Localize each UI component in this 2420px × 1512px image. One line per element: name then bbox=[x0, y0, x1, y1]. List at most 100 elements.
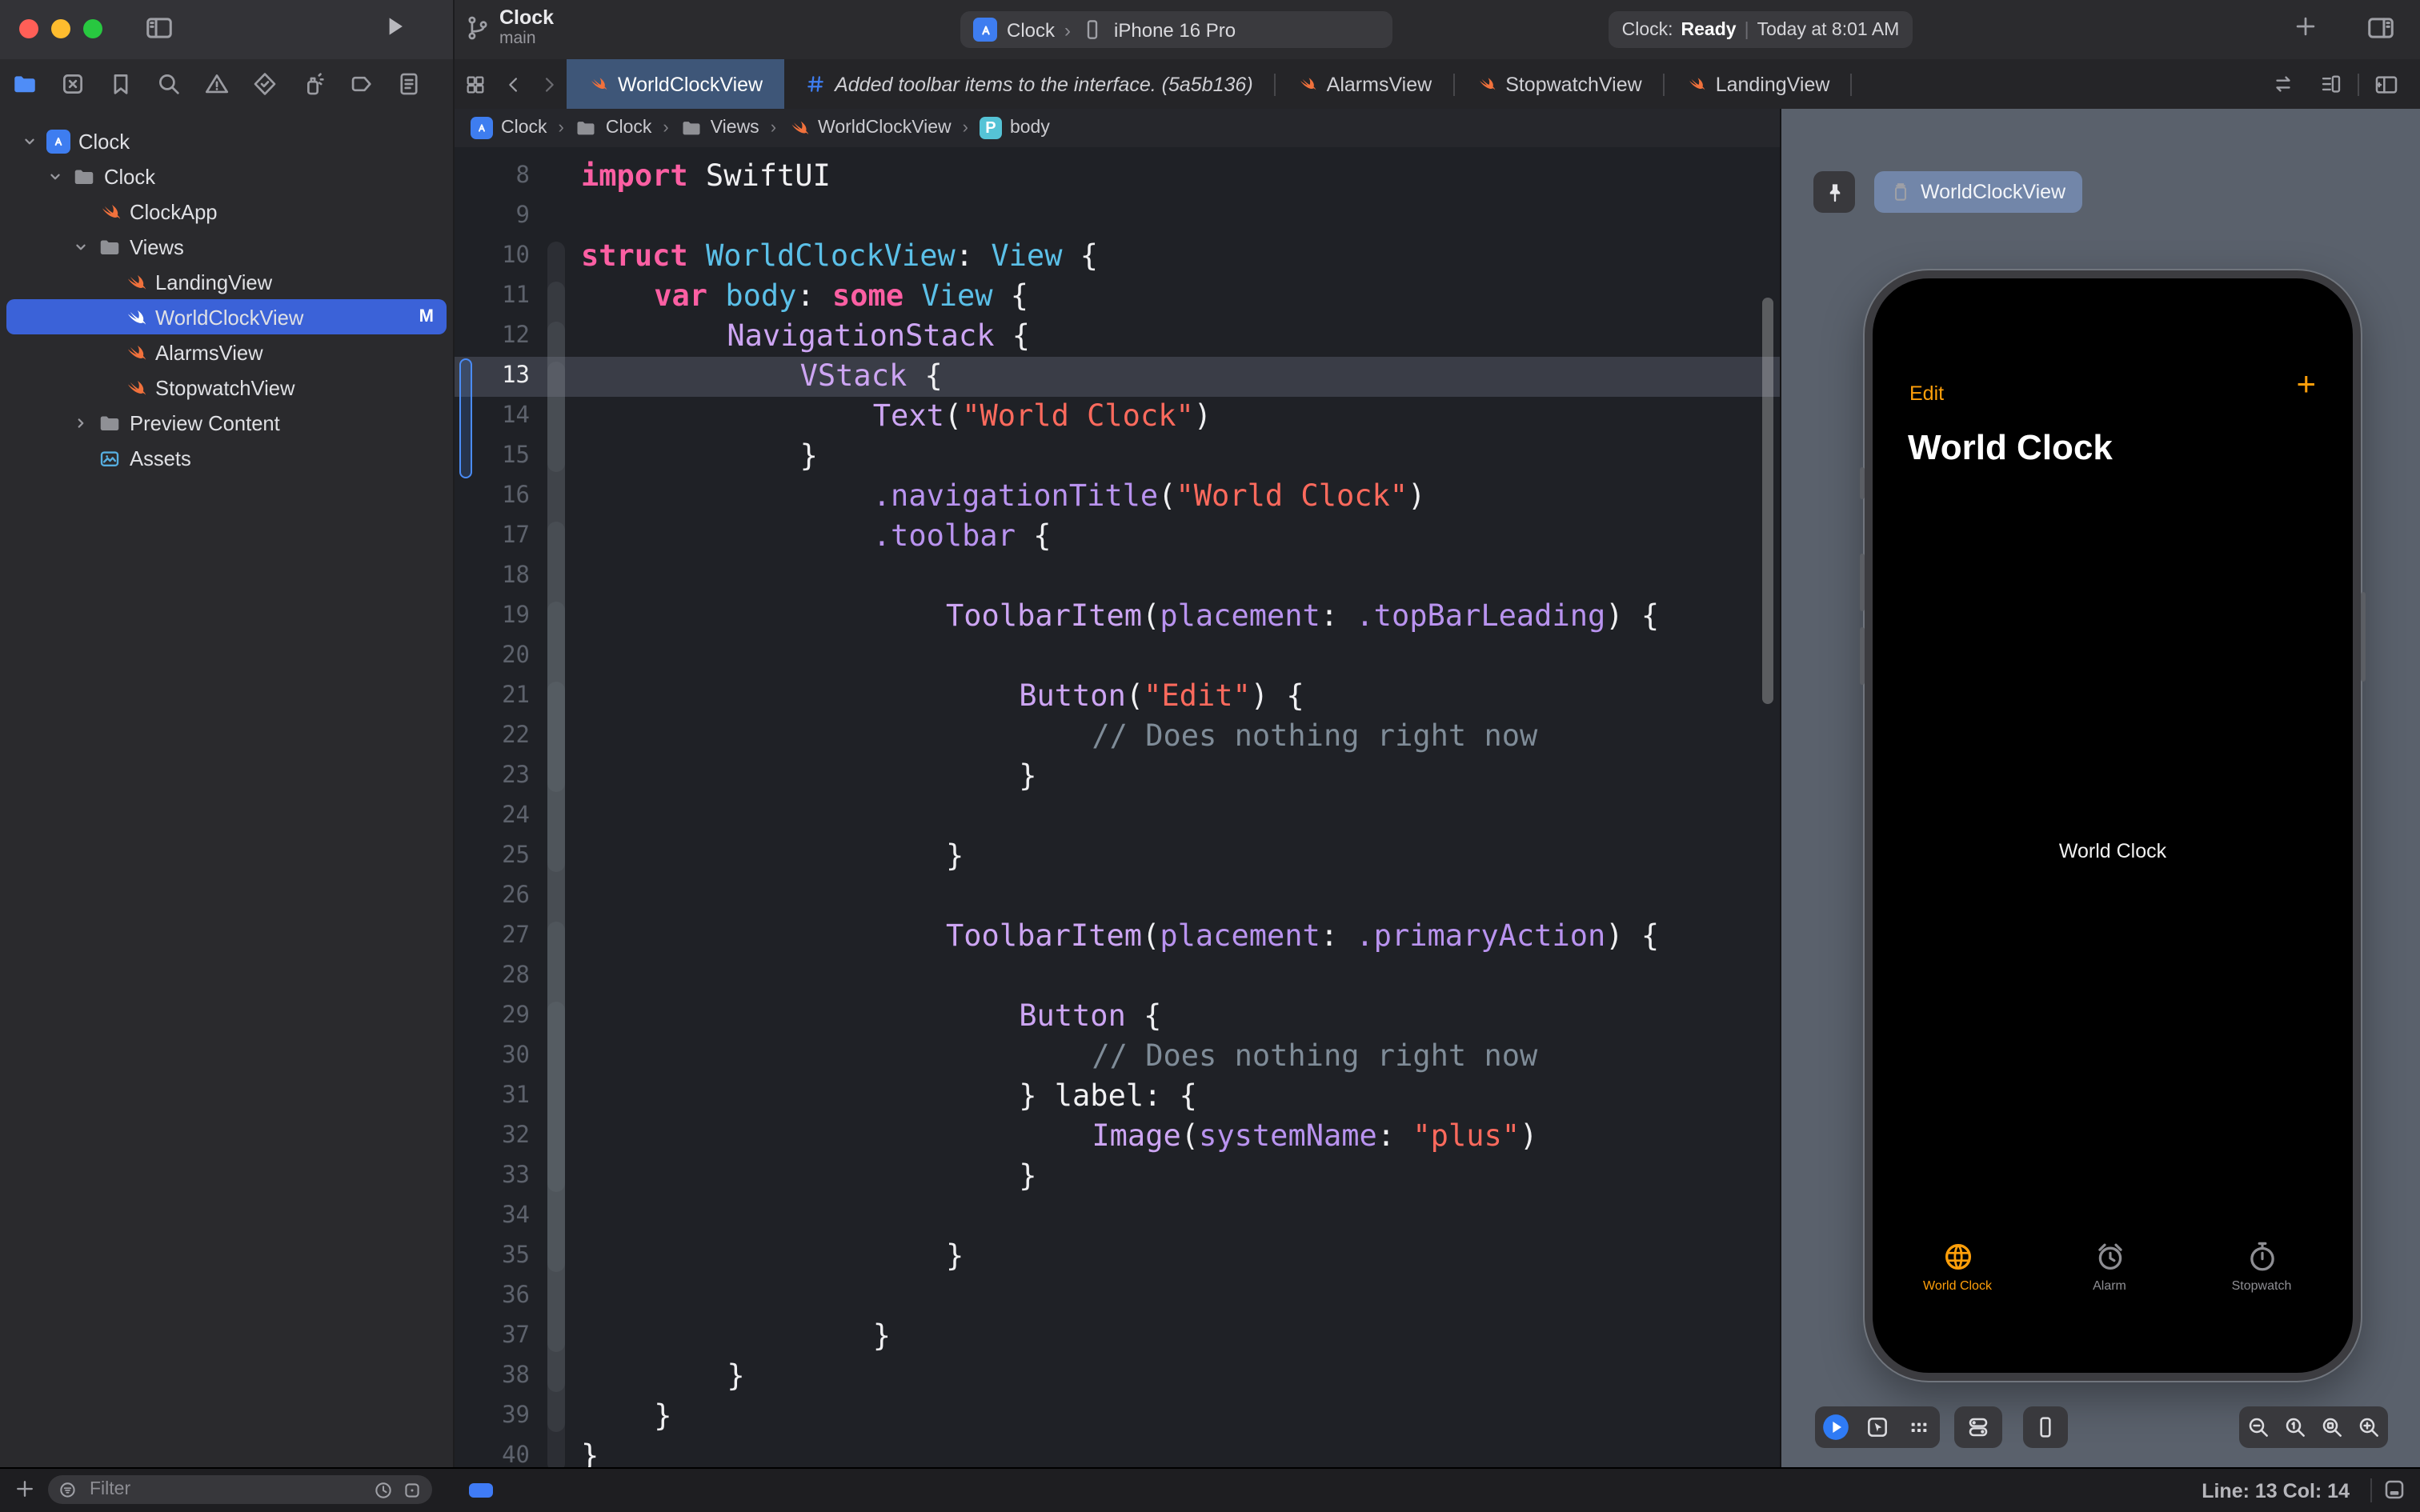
phone-tab-stopwatch[interactable]: Stopwatch bbox=[2194, 1240, 2329, 1293]
sidebar-item-stopwatchview[interactable]: StopwatchView bbox=[0, 370, 453, 405]
issue-navigator-icon[interactable] bbox=[192, 63, 240, 105]
line-number[interactable]: 19 bbox=[455, 597, 530, 637]
line-number[interactable]: 36 bbox=[455, 1277, 530, 1317]
code-line-37[interactable]: 37} bbox=[455, 1317, 1780, 1357]
project-navigator-icon[interactable] bbox=[0, 63, 48, 105]
code-line-16[interactable]: 16.navigationTitle("World Clock") bbox=[455, 477, 1780, 517]
inspector-toggle-icon[interactable] bbox=[2366, 13, 2396, 43]
fold-ribbon-segment[interactable] bbox=[547, 1002, 565, 1192]
code-line-34[interactable]: 34 bbox=[455, 1197, 1780, 1237]
report-navigator-icon[interactable] bbox=[384, 63, 432, 105]
tab-overview-icon[interactable] bbox=[455, 59, 496, 109]
zoom-fit-icon[interactable] bbox=[2314, 1406, 2350, 1448]
breadcrumb-item-clock[interactable]: Clock bbox=[575, 117, 652, 139]
phone-tab-alarm[interactable]: Alarm bbox=[2042, 1240, 2177, 1293]
filter-scope-icon[interactable] bbox=[402, 1479, 423, 1500]
add-editor-icon[interactable] bbox=[2366, 71, 2407, 97]
fold-ribbon-segment[interactable] bbox=[547, 682, 565, 792]
sidebar-item-landingview[interactable]: LandingView bbox=[0, 264, 453, 299]
zoom-one-icon[interactable] bbox=[2277, 1406, 2314, 1448]
line-number[interactable]: 18 bbox=[455, 557, 530, 597]
code-line-11[interactable]: 11var body: some View { bbox=[455, 277, 1780, 317]
line-number[interactable]: 16 bbox=[455, 477, 530, 517]
line-number[interactable]: 17 bbox=[455, 517, 530, 557]
filter-field[interactable] bbox=[48, 1475, 432, 1504]
code-line-10[interactable]: 10struct WorldClockView: View { bbox=[455, 237, 1780, 277]
scheme-project[interactable]: Clock bbox=[1007, 18, 1055, 41]
code-line-31[interactable]: 31} label: { bbox=[455, 1077, 1780, 1117]
code-line-30[interactable]: 30// Does nothing right now bbox=[455, 1037, 1780, 1077]
line-number[interactable]: 33 bbox=[455, 1157, 530, 1197]
sidebar-item-clock[interactable]: Clock bbox=[0, 158, 453, 194]
back-chevron-icon[interactable] bbox=[496, 59, 531, 109]
breadcrumb-item-views[interactable]: Views bbox=[680, 117, 759, 139]
fold-ribbon-segment[interactable] bbox=[547, 362, 565, 472]
window-zoom-button[interactable] bbox=[83, 19, 102, 38]
scheme-selector[interactable]: Clock › iPhone 16 Pro bbox=[960, 11, 1392, 48]
line-number[interactable]: 20 bbox=[455, 637, 530, 677]
code-line-12[interactable]: 12NavigationStack { bbox=[455, 317, 1780, 357]
phone-tab-world-clock[interactable]: World Clock bbox=[1890, 1240, 2025, 1293]
window-close-button[interactable] bbox=[19, 19, 38, 38]
line-number[interactable]: 25 bbox=[455, 837, 530, 877]
line-number[interactable]: 12 bbox=[455, 317, 530, 357]
play-circle-icon[interactable] bbox=[1815, 1406, 1857, 1448]
chevron-down-icon[interactable] bbox=[70, 236, 91, 257]
line-number[interactable]: 38 bbox=[455, 1357, 530, 1397]
breadcrumb-item-clock[interactable]: Clock bbox=[471, 117, 547, 139]
sidebar-item-clockapp[interactable]: ClockApp bbox=[0, 194, 453, 229]
source-change-bar[interactable] bbox=[459, 358, 472, 478]
source-control-navigator-icon[interactable] bbox=[48, 63, 96, 105]
code-line-27[interactable]: 27ToolbarItem(placement: .primaryAction)… bbox=[455, 917, 1780, 957]
preview-device-button[interactable] bbox=[2023, 1406, 2068, 1448]
sidebar-item-views[interactable]: Views bbox=[0, 229, 453, 264]
code-line-22[interactable]: 22// Does nothing right now bbox=[455, 717, 1780, 757]
sidebar-item-assets[interactable]: Assets bbox=[0, 440, 453, 475]
preview-target-chip[interactable]: WorldClockView bbox=[1874, 171, 2081, 213]
source-editor[interactable]: 8import SwiftUI910struct WorldClockView:… bbox=[455, 147, 1780, 1467]
window-minimize-button[interactable] bbox=[51, 19, 70, 38]
breadcrumb-item-worldclockview[interactable]: WorldClockView bbox=[787, 117, 952, 139]
add-clock-button[interactable]: + bbox=[2296, 366, 2316, 405]
line-number[interactable]: 31 bbox=[455, 1077, 530, 1117]
sidebar-item-preview-content[interactable]: Preview Content bbox=[0, 405, 453, 440]
edit-button[interactable]: Edit bbox=[1909, 382, 1944, 405]
line-number[interactable]: 29 bbox=[455, 997, 530, 1037]
code-line-39[interactable]: 39} bbox=[455, 1397, 1780, 1437]
line-number[interactable]: 9 bbox=[455, 197, 530, 237]
sidebar-item-clock[interactable]: Clock bbox=[0, 123, 453, 158]
line-number[interactable]: 35 bbox=[455, 1237, 530, 1277]
code-line-19[interactable]: 19ToolbarItem(placement: .topBarLeading)… bbox=[455, 597, 1780, 637]
pin-preview-button[interactable] bbox=[1813, 171, 1855, 213]
code-line-9[interactable]: 9 bbox=[455, 197, 1780, 237]
sidebar-item-worldclockview[interactable]: WorldClockViewM bbox=[0, 299, 453, 334]
code-line-24[interactable]: 24 bbox=[455, 797, 1780, 837]
line-number[interactable]: 26 bbox=[455, 877, 530, 917]
debug-navigator-icon[interactable] bbox=[288, 63, 336, 105]
editor-mode-indicator[interactable] bbox=[469, 1483, 493, 1498]
swap-editors-icon[interactable] bbox=[2262, 72, 2303, 96]
code-line-15[interactable]: 15} bbox=[455, 437, 1780, 477]
device-settings-button[interactable] bbox=[1954, 1406, 2002, 1448]
line-number[interactable]: 28 bbox=[455, 957, 530, 997]
editor-scrollbar-thumb[interactable] bbox=[1762, 298, 1773, 704]
code-line-28[interactable]: 28 bbox=[455, 957, 1780, 997]
related-items-icon[interactable] bbox=[2310, 72, 2351, 96]
display-icon[interactable] bbox=[2382, 1477, 2407, 1502]
zoom-out-icon[interactable] bbox=[2240, 1406, 2277, 1448]
project-branch-info[interactable]: Clock main bbox=[499, 8, 554, 48]
line-number[interactable]: 21 bbox=[455, 677, 530, 717]
line-number[interactable]: 22 bbox=[455, 717, 530, 757]
line-number[interactable]: 32 bbox=[455, 1117, 530, 1157]
pointer-icon[interactable] bbox=[1857, 1406, 1898, 1448]
line-number[interactable]: 24 bbox=[455, 797, 530, 837]
line-number[interactable]: 37 bbox=[455, 1317, 530, 1357]
code-line-38[interactable]: 38} bbox=[455, 1357, 1780, 1397]
line-number[interactable]: 10 bbox=[455, 237, 530, 277]
code-line-32[interactable]: 32Image(systemName: "plus") bbox=[455, 1117, 1780, 1157]
dots-grid-icon[interactable] bbox=[1898, 1406, 1940, 1448]
filter-input[interactable] bbox=[86, 1478, 365, 1501]
line-number[interactable]: 8 bbox=[455, 157, 530, 197]
code-line-17[interactable]: 17.toolbar { bbox=[455, 517, 1780, 557]
code-line-40[interactable]: 40} bbox=[455, 1437, 1780, 1467]
